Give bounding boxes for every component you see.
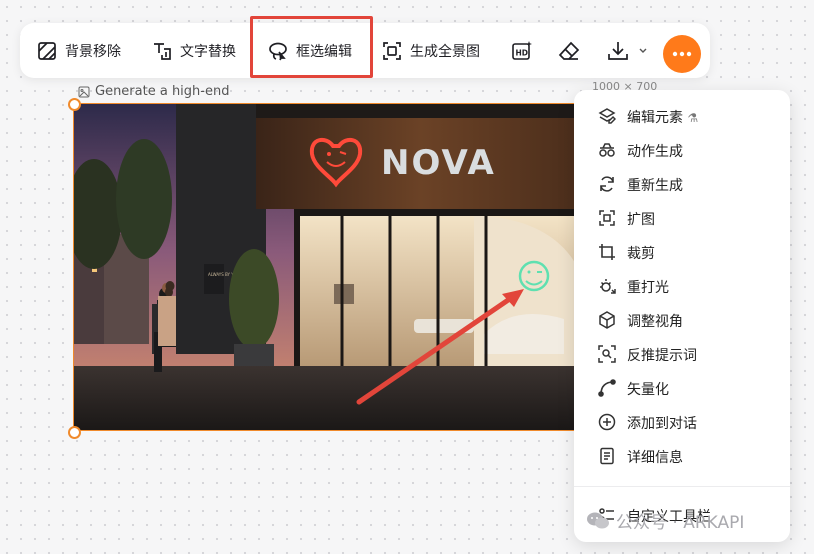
menu-item-details[interactable]: 详细信息 — [574, 441, 790, 471]
menu-item-label: 扩图 — [627, 212, 655, 228]
background-remove-icon — [38, 41, 56, 60]
panorama-button[interactable]: 生成全景图 — [382, 23, 480, 78]
background-remove-label: 背景移除 — [65, 43, 121, 60]
download-icon — [608, 41, 628, 60]
menu-item-label: 裁剪 — [627, 246, 655, 262]
vector-icon — [598, 379, 616, 397]
watermark-text: 公众号 · ARKAPI — [616, 513, 745, 533]
panorama-label: 生成全景图 — [410, 43, 480, 60]
menu-item-label: 动作生成 — [627, 144, 683, 160]
hd-icon: HD — [512, 40, 532, 60]
menu-item-adjust-view[interactable]: 调整视角 — [574, 305, 790, 335]
menu-item-label: 添加到对话 — [627, 416, 697, 432]
download-button[interactable] — [607, 23, 647, 78]
menu-item-label: 重打光 — [627, 280, 669, 296]
hd-button[interactable]: HD — [511, 23, 533, 78]
image-icon — [78, 86, 90, 97]
menu-item-add-to-chat[interactable]: 添加到对话 — [574, 407, 790, 437]
menu-item-expand[interactable]: 扩图 — [574, 203, 790, 233]
eraser-button[interactable] — [558, 23, 580, 78]
watermark: 公众号 · ARKAPI — [586, 508, 744, 533]
menu-divider — [574, 486, 790, 487]
resize-handle-top-left[interactable] — [68, 98, 81, 111]
more-icon — [672, 51, 692, 57]
details-icon — [600, 447, 614, 465]
text-replace-label: 文字替换 — [180, 43, 236, 60]
action-generate-icon — [599, 143, 615, 157]
menu-item-edit-elements[interactable]: 编辑元素 ⚗ — [574, 101, 790, 131]
menu-item-label: 调整视角 — [627, 314, 683, 330]
crop-icon — [599, 244, 615, 260]
wechat-icon — [587, 512, 609, 528]
menu-item-vectorize[interactable]: 矢量化 — [574, 373, 790, 403]
menu-item-label: 重新生成 — [627, 178, 683, 194]
eraser-icon — [558, 41, 580, 60]
text-replace-icon — [154, 42, 171, 60]
expand-icon — [599, 210, 615, 226]
relight-icon — [600, 279, 616, 294]
lasso-edit-highlight — [250, 16, 373, 78]
menu-item-label: 反推提示词 — [627, 348, 697, 364]
layers-edit-icon — [598, 108, 616, 124]
beta-flask-icon: ⚗ — [687, 111, 699, 125]
image-caption-text: Generate a high-end — [95, 84, 230, 99]
more-actions-menu: 编辑元素 ⚗ 动作生成 重新生成 扩图 裁剪 重打光 调整视角 反推提示词 矢量… — [574, 90, 790, 542]
menu-item-crop[interactable]: 裁剪 — [574, 237, 790, 267]
cube-view-icon — [599, 311, 615, 329]
menu-item-label: 编辑元素 ⚗ — [627, 107, 698, 127]
resize-handle-bottom-left[interactable] — [68, 426, 81, 439]
image-caption: Generate a high-end — [78, 84, 229, 99]
regenerate-icon — [600, 176, 614, 192]
edit-elements-label: 编辑元素 — [627, 110, 683, 126]
menu-item-label: 矢量化 — [627, 382, 669, 398]
menu-item-action-generate[interactable]: 动作生成 — [574, 135, 790, 165]
generated-image[interactable]: ALWAYS BY YOUR SIDE NOVA — [73, 103, 585, 431]
menu-item-regenerate[interactable]: 重新生成 — [574, 169, 790, 199]
chevron-down-icon[interactable] — [639, 48, 647, 54]
sign-text: NOVA — [381, 143, 496, 183]
menu-item-label: 详细信息 — [627, 450, 683, 466]
add-to-chat-icon — [598, 413, 616, 431]
reverse-prompt-icon — [598, 345, 616, 363]
more-button[interactable] — [663, 35, 701, 73]
background-remove-button[interactable]: 背景移除 — [37, 23, 121, 78]
menu-item-reverse-prompt[interactable]: 反推提示词 — [574, 339, 790, 369]
panorama-icon — [383, 41, 401, 60]
text-replace-button[interactable]: 文字替换 — [152, 23, 236, 78]
svg-text:HD: HD — [516, 48, 529, 57]
menu-item-relight[interactable]: 重打光 — [574, 271, 790, 301]
storefront-scene: ALWAYS BY YOUR SIDE NOVA — [74, 104, 584, 430]
